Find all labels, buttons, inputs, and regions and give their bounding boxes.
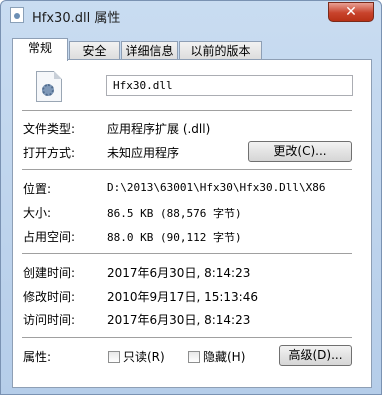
size-label: 大小:: [23, 206, 52, 220]
close-button[interactable]: ✕: [328, 2, 374, 22]
separator: [22, 110, 352, 111]
change-button[interactable]: 更改(C)...: [248, 141, 352, 162]
title-bar[interactable]: Hfx30.dll 属性 ✕: [1, 1, 381, 31]
attributes-label: 属性:: [23, 350, 52, 364]
file-type-value: 应用程序扩展 (.dll): [107, 122, 211, 136]
modified-label: 修改时间:: [23, 290, 76, 304]
created-value: 2017年6月30日, 8:14:23: [107, 266, 251, 280]
file-name-input[interactable]: Hfx30.dll: [106, 75, 353, 96]
accessed-label: 访问时间:: [23, 313, 76, 327]
accessed-value: 2017年6月30日, 8:14:23: [107, 313, 251, 327]
tab-previous-versions[interactable]: 以前的版本: [179, 41, 262, 60]
open-with-label: 打开方式:: [23, 146, 76, 160]
readonly-label[interactable]: 只读(R): [123, 348, 165, 365]
size-value: 86.5 KB (88,576 字节): [107, 207, 242, 220]
tab-details[interactable]: 详细信息: [121, 41, 178, 60]
dll-file-icon: [10, 7, 24, 23]
dll-gear-icon: [36, 71, 62, 102]
separator: [22, 253, 352, 254]
window-title: Hfx30.dll 属性: [32, 11, 121, 26]
location-value: D:\2013\63001\Hfx30\Hfx30.Dll\X86: [107, 181, 326, 194]
separator: [22, 169, 352, 170]
tab-security[interactable]: 安全: [69, 41, 120, 60]
separator: [22, 337, 352, 338]
hidden-checkbox[interactable]: [188, 351, 200, 363]
gear-icon: [42, 84, 54, 96]
tab-general[interactable]: 常规: [12, 38, 68, 61]
size-on-disk-label: 占用空间:: [23, 230, 76, 244]
general-tab-panel: Hfx30.dll 文件类型: 应用程序扩展 (.dll) 打开方式: 未知应用…: [12, 59, 372, 388]
hidden-label[interactable]: 隐藏(H): [203, 348, 245, 365]
file-type-label: 文件类型:: [23, 122, 76, 136]
size-on-disk-value: 88.0 KB (90,112 字节): [107, 231, 242, 244]
open-with-value: 未知应用程序: [107, 146, 180, 160]
location-label: 位置:: [23, 182, 52, 196]
created-label: 创建时间:: [23, 266, 76, 280]
advanced-button[interactable]: 高级(D)...: [279, 345, 352, 366]
readonly-checkbox[interactable]: [108, 351, 120, 363]
properties-window: Hfx30.dll 属性 ✕ 常规 安全 详细信息 以前的版本 Hfx30.dl…: [0, 0, 382, 395]
modified-value: 2010年9月17日, 15:13:46: [107, 290, 258, 304]
